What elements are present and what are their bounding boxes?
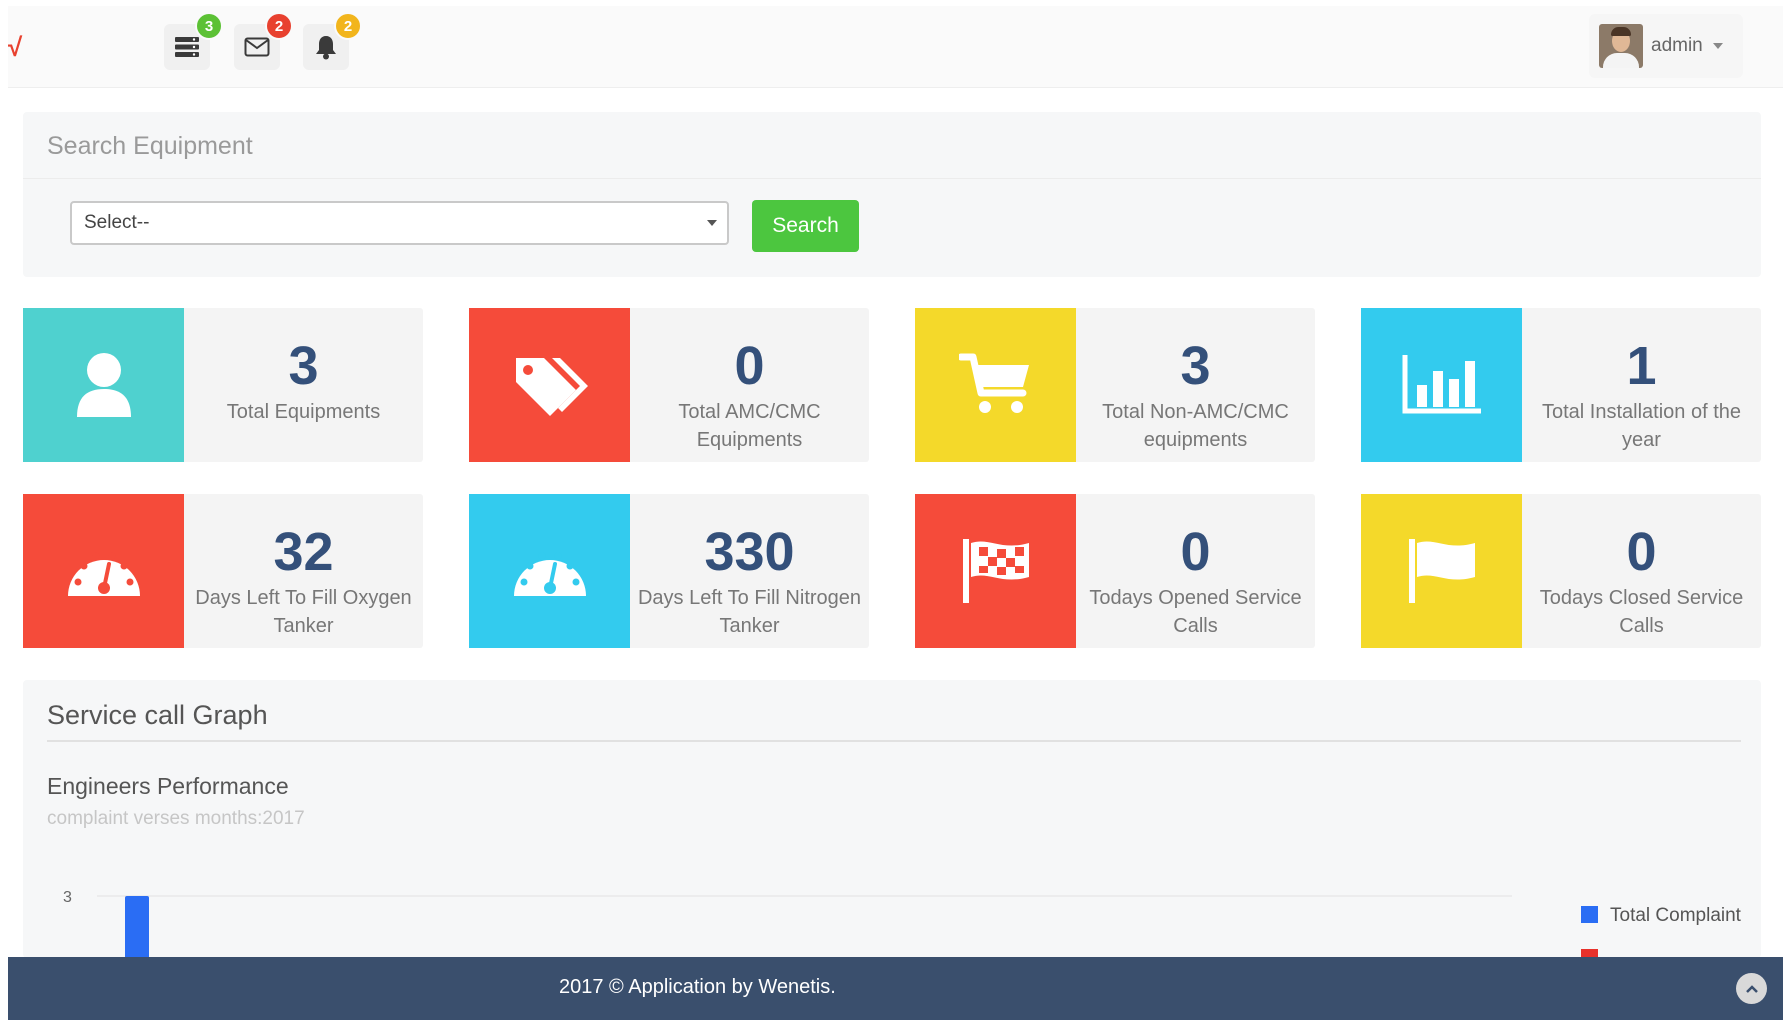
bar-chart-icon bbox=[1361, 308, 1522, 462]
engineers-performance-chart: 3 Total Complaints bbox=[63, 889, 1741, 958]
stat-value: 0 bbox=[1626, 522, 1657, 582]
stat-body: 0 Todays Closed Service Calls bbox=[1522, 494, 1761, 648]
user-icon bbox=[23, 308, 184, 462]
y-tick-label: 3 bbox=[63, 889, 72, 906]
search-equipment-panel: Search Equipment Select-- Search bbox=[23, 112, 1761, 277]
bar[interactable] bbox=[125, 896, 149, 958]
stat-label: Days Left To Fill Nitrogen Tanker bbox=[637, 587, 862, 637]
stat-label: Days Left To Fill Oxygen Tanker bbox=[195, 587, 412, 637]
alerts-notification-button[interactable]: 2 bbox=[303, 12, 362, 70]
stat-body: 32 Days Left To Fill Oxygen Tanker bbox=[184, 494, 423, 648]
stat-card: 3 Total Non-AMC/CMC equipments bbox=[915, 308, 1315, 462]
service-call-graph-panel: Service call Graph Engineers Performance… bbox=[23, 680, 1761, 958]
flag-icon bbox=[1361, 494, 1522, 648]
stat-value: 32 bbox=[273, 522, 334, 582]
stat-card: 3 Total Equipments bbox=[23, 308, 423, 462]
equipment-select[interactable]: Select-- bbox=[70, 201, 729, 245]
divider bbox=[23, 178, 1761, 179]
panel-title: Search Equipment bbox=[47, 132, 253, 160]
select-value: Select-- bbox=[84, 212, 150, 233]
stat-card: 0 Todays Opened Service Calls bbox=[915, 494, 1315, 648]
stat-label: Total Equipments bbox=[226, 401, 381, 423]
stat-card: 330 Days Left To Fill Nitrogen Tanker bbox=[469, 494, 869, 648]
stat-value: 3 bbox=[288, 336, 319, 396]
notification-count-badge: 2 bbox=[265, 12, 293, 40]
stat-body: 3 Total Equipments bbox=[184, 308, 423, 462]
gauge-icon bbox=[469, 494, 630, 648]
stat-card: 1 Total Installation of the year bbox=[1361, 308, 1761, 462]
stat-value: 3 bbox=[1180, 336, 1211, 396]
stat-label: Total Non-AMC/CMC equipments bbox=[1102, 401, 1289, 451]
stat-label: Total AMC/CMC Equipments bbox=[678, 401, 821, 451]
stat-body: 1 Total Installation of the year bbox=[1522, 308, 1761, 462]
stat-value: 330 bbox=[704, 522, 795, 582]
divider bbox=[47, 740, 1741, 742]
stat-body: 0 Todays Opened Service Calls bbox=[1076, 494, 1315, 648]
footer: 2017 © Application by Wenetis. bbox=[8, 957, 1783, 1020]
stat-label: Todays Opened Service Calls bbox=[1089, 587, 1302, 637]
messages-notification-button[interactable]: 2 bbox=[234, 12, 293, 70]
stat-label: Todays Closed Service Calls bbox=[1539, 587, 1744, 637]
stat-card: 0 Todays Closed Service Calls bbox=[1361, 494, 1761, 648]
stat-value: 1 bbox=[1626, 336, 1657, 396]
scroll-to-top-button[interactable] bbox=[1736, 973, 1767, 1004]
server-notification-button[interactable]: 3 bbox=[164, 12, 223, 70]
username: admin bbox=[1651, 35, 1703, 56]
dropdown-arrow-icon bbox=[707, 220, 717, 226]
stat-card: 32 Days Left To Fill Oxygen Tanker bbox=[23, 494, 423, 648]
envelope-icon bbox=[244, 37, 270, 57]
server-icon bbox=[175, 37, 199, 57]
top-navbar: √ 3 2 2 admin bbox=[8, 6, 1783, 88]
copyright-text: 2017 © Application by Wenetis. bbox=[559, 976, 836, 998]
cart-icon bbox=[915, 308, 1076, 462]
user-menu[interactable]: admin bbox=[1589, 14, 1743, 78]
notification-count-badge: 2 bbox=[334, 12, 362, 40]
stat-label: Total Installation of the year bbox=[1541, 401, 1741, 451]
chevron-up-icon bbox=[1745, 984, 1758, 993]
notification-count-badge: 3 bbox=[195, 12, 223, 40]
search-button[interactable]: Search bbox=[752, 200, 859, 252]
stat-body: 3 Total Non-AMC/CMC equipments bbox=[1076, 308, 1315, 462]
section-title: Service call Graph bbox=[47, 700, 268, 730]
stat-body: 0 Total AMC/CMC Equipments bbox=[630, 308, 869, 462]
checkered-flag-icon bbox=[915, 494, 1076, 648]
legend-label[interactable]: Total Complaints bbox=[1610, 905, 1741, 926]
avatar bbox=[1599, 24, 1643, 68]
legend-swatch bbox=[1581, 906, 1598, 923]
bell-icon bbox=[316, 36, 336, 60]
stat-value: 0 bbox=[1180, 522, 1211, 582]
stat-body: 330 Days Left To Fill Nitrogen Tanker bbox=[630, 494, 869, 648]
chevron-down-icon bbox=[1712, 43, 1723, 49]
chart-subtitle: complaint verses months:2017 bbox=[47, 808, 305, 829]
stat-value: 0 bbox=[734, 336, 765, 396]
stat-card: 0 Total AMC/CMC Equipments bbox=[469, 308, 869, 462]
gauge-icon bbox=[23, 494, 184, 648]
brand-logo[interactable]: √ bbox=[8, 32, 22, 63]
chart-title: Engineers Performance bbox=[47, 773, 289, 799]
tags-icon bbox=[469, 308, 630, 462]
